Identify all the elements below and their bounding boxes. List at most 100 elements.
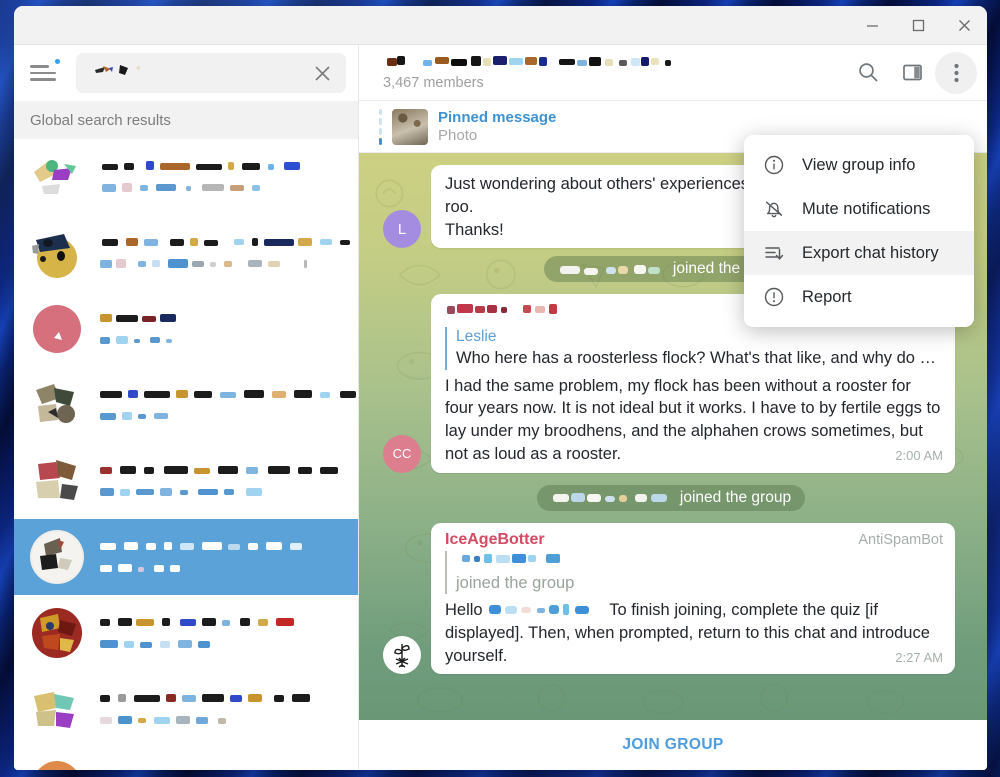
subtitle-redacted: [100, 640, 210, 648]
title-redacted: [102, 238, 350, 246]
avatar-initial: CC: [392, 446, 412, 462]
alert-circle-icon: [764, 287, 784, 307]
reply-quote[interactable]: Leslie Who here has a roosterless flock?…: [445, 327, 943, 370]
chat-context-menu[interactable]: View group info Mute notifications Expor…: [744, 135, 974, 327]
reply-text: Who here has a roosterless flock? What's…: [456, 349, 937, 368]
reply-author-redacted: [456, 551, 943, 572]
service-message: joined the group: [383, 484, 959, 511]
avatar: [30, 378, 84, 432]
list-item-text: [98, 388, 356, 422]
message-body: I had the same problem, my flock has bee…: [445, 376, 941, 463]
info-circle-icon: [764, 155, 784, 175]
service-pill: joined the group: [536, 484, 806, 511]
subtitle-redacted: [100, 716, 226, 724]
menu-item-view-group-info[interactable]: View group info: [744, 143, 974, 187]
subtitle-redacted: [102, 183, 260, 192]
pinned-subtitle: Photo: [438, 127, 478, 144]
search-results-list[interactable]: [14, 139, 358, 770]
pinned-indicator: [379, 108, 382, 145]
message-text: I had the same problem, my flock has bee…: [445, 375, 943, 466]
avatar[interactable]: CC: [383, 434, 421, 473]
list-item-text: [98, 160, 344, 194]
menu-item-export-chat-history[interactable]: Export chat history: [744, 231, 974, 275]
chat-pane: 3,467 members Pinned message Photo L Jus…: [359, 45, 987, 770]
list-item[interactable]: [14, 671, 358, 747]
clear-search-button[interactable]: [308, 59, 336, 87]
list-item[interactable]: [14, 215, 358, 291]
message-sender: IceAgeBotter: [445, 530, 545, 548]
avatar: [30, 758, 84, 770]
list-item-selected[interactable]: [14, 519, 358, 595]
avatar: [30, 454, 84, 508]
title-redacted: [100, 390, 356, 398]
search-query-redacted: [92, 61, 152, 86]
toggle-right-panel-icon[interactable]: [891, 52, 933, 94]
join-group-label: JOIN GROUP: [622, 736, 724, 753]
title-redacted: [100, 618, 294, 626]
title-redacted: [102, 161, 300, 170]
more-vertical-icon[interactable]: [935, 51, 977, 94]
chat-header: 3,467 members: [359, 45, 987, 101]
subtitle-redacted: [100, 412, 168, 420]
message-time: 2:27 AM: [895, 649, 943, 665]
subtitle-redacted: [100, 336, 172, 344]
list-item-text: [98, 312, 344, 346]
menu-item-label: View group info: [802, 155, 916, 174]
reply-quote[interactable]: joined the group: [445, 550, 943, 595]
avatar-initial: L: [397, 220, 407, 238]
avatar[interactable]: L: [383, 210, 421, 249]
message-text: Hello To finish joining, complete the qu…: [445, 601, 943, 665]
avatar: [30, 606, 84, 660]
menu-item-report[interactable]: Report: [744, 275, 974, 319]
pinned-thumbnail: [392, 108, 428, 145]
sidebar-search-row: [14, 45, 358, 101]
list-item[interactable]: [14, 291, 358, 367]
list-item-text: [98, 616, 344, 650]
window-title-bar: [14, 6, 987, 45]
close-button[interactable]: [941, 6, 987, 44]
avatar: [30, 226, 84, 280]
list-item[interactable]: [14, 367, 358, 443]
search-input[interactable]: [76, 53, 346, 93]
username-redacted: [552, 493, 667, 503]
list-item[interactable]: [14, 139, 358, 215]
subtitle-redacted: [100, 488, 262, 496]
chat-title-wrap[interactable]: 3,467 members: [383, 54, 847, 91]
minimize-button[interactable]: [849, 6, 895, 44]
reply-text: joined the group: [456, 573, 575, 592]
subtitle-redacted: [100, 259, 307, 268]
message-row[interactable]: IceAgeBotter AntiSpamBot joined the grou…: [383, 522, 959, 675]
pinned-text: Pinned message Photo: [438, 109, 556, 144]
list-item[interactable]: [14, 595, 358, 671]
title-redacted: [100, 314, 176, 322]
avatar: [30, 302, 84, 356]
menu-item-label: Mute notifications: [802, 199, 931, 218]
list-item-text: [98, 236, 350, 270]
menu-item-label: Report: [802, 287, 852, 306]
emoji-redacted: [483, 601, 610, 619]
menu-item-mute-notifications[interactable]: Mute notifications: [744, 187, 974, 231]
message-bubble[interactable]: IceAgeBotter AntiSpamBot joined the grou…: [431, 522, 955, 675]
list-item[interactable]: [14, 747, 358, 770]
bot-badge: AntiSpamBot: [858, 531, 943, 548]
hamburger-menu-icon[interactable]: [30, 56, 64, 90]
list-item[interactable]: [14, 443, 358, 519]
subtitle-redacted: [100, 564, 180, 572]
list-item-text: [98, 464, 344, 498]
username-redacted: [559, 264, 660, 275]
title-redacted: [100, 466, 338, 474]
title-redacted: [100, 542, 302, 550]
sidebar: Global search results: [14, 45, 359, 770]
chat-header-actions: [847, 51, 977, 94]
bot-header: IceAgeBotter AntiSpamBot: [445, 531, 943, 549]
maximize-button[interactable]: [895, 6, 941, 44]
pinned-title: Pinned message: [438, 109, 557, 126]
avatar-bot[interactable]: [383, 636, 421, 675]
chat-title-redacted: [387, 56, 671, 66]
list-item-text: [98, 540, 344, 574]
list-item-text: [98, 692, 344, 726]
join-group-button[interactable]: JOIN GROUP: [359, 720, 987, 770]
search-icon[interactable]: [847, 52, 889, 94]
telegram-window: Global search results 3,467 members Pinn…: [14, 6, 987, 770]
reply-author: Leslie: [456, 328, 497, 346]
